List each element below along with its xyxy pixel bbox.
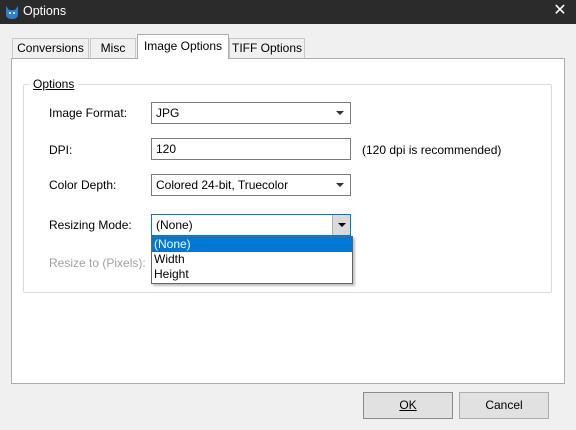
tab-misc[interactable]: Misc	[90, 38, 136, 58]
resizing-mode-label: Resizing Mode:	[49, 218, 132, 232]
ok-button[interactable]: OK	[363, 392, 453, 419]
dpi-label: DPI:	[49, 143, 73, 157]
dpi-hint: (120 dpi is recommended)	[362, 143, 502, 157]
resize-to-label: Resize to (Pixels):	[49, 256, 146, 270]
options-group-title: Options	[29, 77, 79, 91]
resizing-mode-dropdown-list: (None) Width Height	[151, 236, 353, 284]
dropdown-option-none[interactable]: (None)	[152, 237, 352, 252]
title-bar: Options ✕	[0, 0, 576, 24]
tab-label: TIFF Options	[231, 41, 302, 55]
dropdown-option-height[interactable]: Height	[152, 267, 352, 282]
tab-image-options[interactable]: Image Options	[137, 34, 229, 59]
cancel-button[interactable]: Cancel	[459, 392, 549, 419]
close-button[interactable]: ✕	[548, 1, 572, 23]
chevron-down-icon	[336, 111, 344, 115]
image-format-select[interactable]: JPG	[151, 102, 351, 124]
window-title: Options	[23, 4, 67, 18]
resizing-mode-value: (None)	[156, 218, 193, 232]
color-depth-select[interactable]: Colored 24-bit, Truecolor	[151, 174, 351, 196]
image-format-value: JPG	[156, 106, 180, 120]
color-depth-value: Colored 24-bit, Truecolor	[156, 178, 289, 192]
image-format-label: Image Format:	[49, 106, 128, 120]
tab-label: Misc	[100, 41, 126, 55]
dpi-value: 120	[156, 142, 177, 156]
tab-conversions[interactable]: Conversions	[12, 38, 89, 58]
dropdown-option-width[interactable]: Width	[152, 252, 352, 267]
resizing-mode-select[interactable]: (None)	[151, 214, 351, 236]
dpi-input[interactable]: 120	[151, 138, 351, 160]
tab-label: Image Options	[143, 39, 223, 53]
color-depth-label: Color Depth:	[49, 178, 117, 192]
tab-label: Conversions	[17, 41, 84, 55]
close-icon: ✕	[553, 2, 567, 19]
chevron-down-icon	[336, 183, 344, 187]
app-cat-icon	[6, 6, 18, 19]
tab-tiff-options[interactable]: TIFF Options	[229, 38, 305, 58]
chevron-down-icon	[338, 223, 346, 227]
dropdown-button[interactable]	[332, 215, 350, 235]
